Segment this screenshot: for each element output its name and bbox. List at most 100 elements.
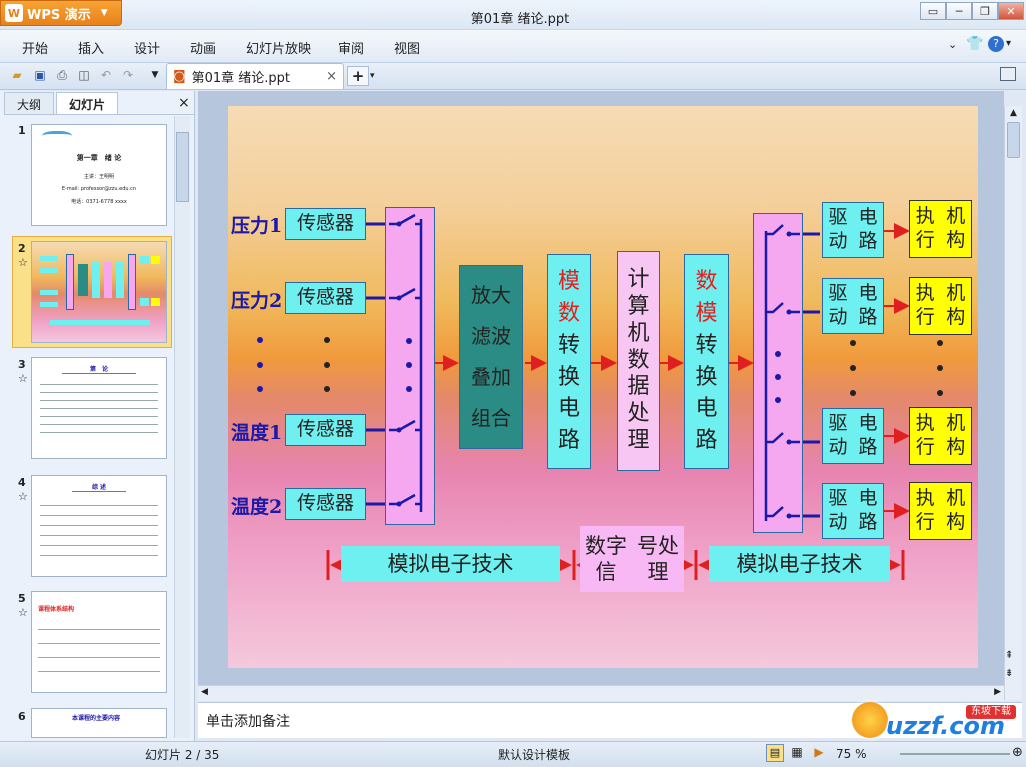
driver-label: 电路 [858, 412, 878, 458]
panel-tabs: 大纲 幻灯片 [4, 92, 194, 114]
zoom-in-icon[interactable]: ⊕ [1012, 745, 1023, 760]
slide-number-1: 1 [18, 124, 26, 137]
analog-electronics-label-right[interactable]: 模拟电子技术 [709, 546, 890, 582]
scroll-left-icon[interactable]: ◀ [201, 687, 208, 697]
dac-char: 模 [695, 300, 718, 326]
tab-outline[interactable]: 大纲 [4, 92, 55, 114]
slide-thumb-1[interactable]: 第一章 绪 论 主讲：王明明 E-mail: professor@zzu.edu… [31, 124, 167, 226]
driver-circuit-box[interactable]: 驱动 电路 [822, 483, 884, 539]
vertical-scrollbar-thumb[interactable] [1007, 122, 1020, 158]
slide-thumb-5[interactable]: 课程体系结构 [31, 591, 167, 693]
actuator-box[interactable]: 执行 机构 [909, 482, 972, 540]
animation-star-icon: ☆ [18, 372, 28, 385]
analog-electronics-label-left[interactable]: 模拟电子技术 [341, 546, 560, 582]
document-tab[interactable]: ◙ 第01章 绪论.ppt × [166, 63, 344, 89]
adc-block[interactable]: 模 数 转 换 电 路 [547, 254, 591, 469]
actuator-label: 执行 [915, 412, 935, 458]
dac-block[interactable]: 数 模 转 换 电 路 [684, 254, 729, 469]
panel-scrollbar[interactable] [174, 116, 190, 738]
slide-number-2: 2 [18, 242, 26, 255]
adc-char: 路 [557, 428, 580, 454]
panel-scrollbar-thumb[interactable] [176, 132, 189, 202]
driver-circuit-box[interactable]: 驱动 电路 [822, 202, 884, 258]
dsp-line: 号处理 [637, 533, 679, 584]
menu-slideshow[interactable]: 幻灯片放映 [246, 38, 311, 57]
close-button[interactable]: ✕ [998, 2, 1024, 20]
slide-canvas[interactable]: 压力1 压力2 温度1 温度2 传感器 传感器 传感器 传感器 放大 滤波 叠加… [228, 106, 978, 668]
panel-divider [4, 114, 194, 115]
actuator-label: 执行 [915, 205, 935, 251]
app-name: WPS 演示 [27, 7, 91, 23]
save-icon[interactable]: ▣ [31, 66, 49, 84]
normal-view-icon[interactable]: ▤ [766, 744, 784, 762]
sensor-box[interactable]: 传感器 [285, 282, 366, 314]
help-icon[interactable]: ? [988, 36, 1004, 52]
ribbon-collapse-icon[interactable]: ⌄ [948, 38, 957, 51]
thumb-6-title: 本课程的主要内容 [72, 715, 121, 722]
window-layout-icon[interactable] [1000, 67, 1016, 81]
customize-toolbar-icon[interactable]: ▼ [146, 66, 164, 84]
actuator-label: 机构 [946, 412, 966, 458]
sensor-box[interactable]: 传感器 [285, 208, 366, 240]
adc-char: 电 [557, 396, 580, 422]
dac-char: 数 [695, 268, 718, 294]
computer-processing-block[interactable]: 计 算 机 数 据 处 理 [617, 251, 660, 471]
open-folder-icon[interactable]: ▰ [8, 66, 26, 84]
slide-thumb-6[interactable]: 本课程的主要内容 [31, 708, 167, 738]
skin-icon[interactable]: 👕 [966, 36, 983, 52]
vertical-scrollbar[interactable]: ▲ [1004, 106, 1022, 700]
print-preview-icon[interactable]: ◫ [75, 66, 93, 84]
tab-list-dropdown-icon[interactable]: ▾ [370, 66, 375, 86]
menu-animation[interactable]: 动画 [190, 38, 216, 57]
slide-number-6: 6 [18, 710, 26, 723]
ellipsis-dot [406, 362, 412, 368]
thumb-2-tech-bar [50, 320, 150, 325]
menu-review[interactable]: 审阅 [338, 38, 364, 57]
previous-slide-icon[interactable]: ⇞ [1005, 650, 1013, 661]
ellipsis-dot [324, 362, 330, 368]
menu-design[interactable]: 设计 [134, 38, 160, 57]
slide-thumb-4[interactable]: 综 述 [31, 475, 167, 577]
dac-char: 转 [695, 332, 718, 358]
redo-icon[interactable]: ↷ [119, 66, 137, 84]
cpu-char: 据 [627, 374, 650, 400]
tab-close-icon[interactable]: × [326, 69, 337, 84]
ellipsis-dot [937, 390, 943, 396]
menu-view[interactable]: 视图 [394, 38, 420, 57]
digital-signal-processing-label[interactable]: 数字信 号处理 [580, 526, 684, 592]
driver-circuit-box[interactable]: 驱动 电路 [822, 278, 884, 334]
print-icon[interactable]: ⎙ [53, 66, 71, 84]
undo-icon[interactable]: ↶ [97, 66, 115, 84]
help-dropdown-icon[interactable]: ▾ [1006, 38, 1011, 49]
sensor-box[interactable]: 传感器 [285, 414, 366, 446]
window-menu-button[interactable]: ▭ [920, 2, 946, 20]
adc-char: 模 [557, 268, 580, 294]
minimize-button[interactable]: ─ [946, 2, 972, 20]
app-menu-button[interactable]: W WPS 演示 ▼ [0, 0, 122, 26]
amplifier-filter-block[interactable]: 放大 滤波 叠加 组合 [459, 265, 523, 449]
ellipsis-dot [324, 386, 330, 392]
menu-insert[interactable]: 插入 [78, 38, 104, 57]
horizontal-scrollbar[interactable]: ◀ ▶ [198, 685, 1004, 701]
tab-slides[interactable]: 幻灯片 [56, 92, 119, 114]
slideshow-view-icon[interactable]: ▶ [810, 744, 828, 762]
slide-sorter-view-icon[interactable]: ▦ [788, 744, 806, 762]
scroll-up-icon[interactable]: ▲ [1005, 108, 1022, 118]
actuator-box[interactable]: 执行 机构 [909, 200, 972, 258]
sensor-box[interactable]: 传感器 [285, 488, 366, 520]
slide-thumb-2[interactable] [31, 241, 167, 343]
restore-button[interactable]: ❐ [972, 2, 998, 20]
driver-circuit-box[interactable]: 驱动 电路 [822, 408, 884, 464]
actuator-box[interactable]: 执行 机构 [909, 407, 972, 465]
new-tab-button[interactable]: + [347, 66, 369, 86]
menu-home[interactable]: 开始 [22, 38, 48, 57]
actuator-box[interactable]: 执行 机构 [909, 277, 972, 335]
amp-char: 叠加 [471, 365, 511, 389]
scroll-right-icon[interactable]: ▶ [994, 687, 1001, 697]
panel-close-icon[interactable]: × [178, 95, 190, 111]
next-slide-icon[interactable]: ⇟ [1005, 668, 1013, 679]
slide-thumb-3[interactable]: 第 论 [31, 357, 167, 459]
thumb-3-text-lines [40, 380, 158, 440]
thumb-1-line: 电话：0371-6778 xxxx [71, 199, 127, 205]
zoom-slider[interactable] [900, 753, 1010, 755]
